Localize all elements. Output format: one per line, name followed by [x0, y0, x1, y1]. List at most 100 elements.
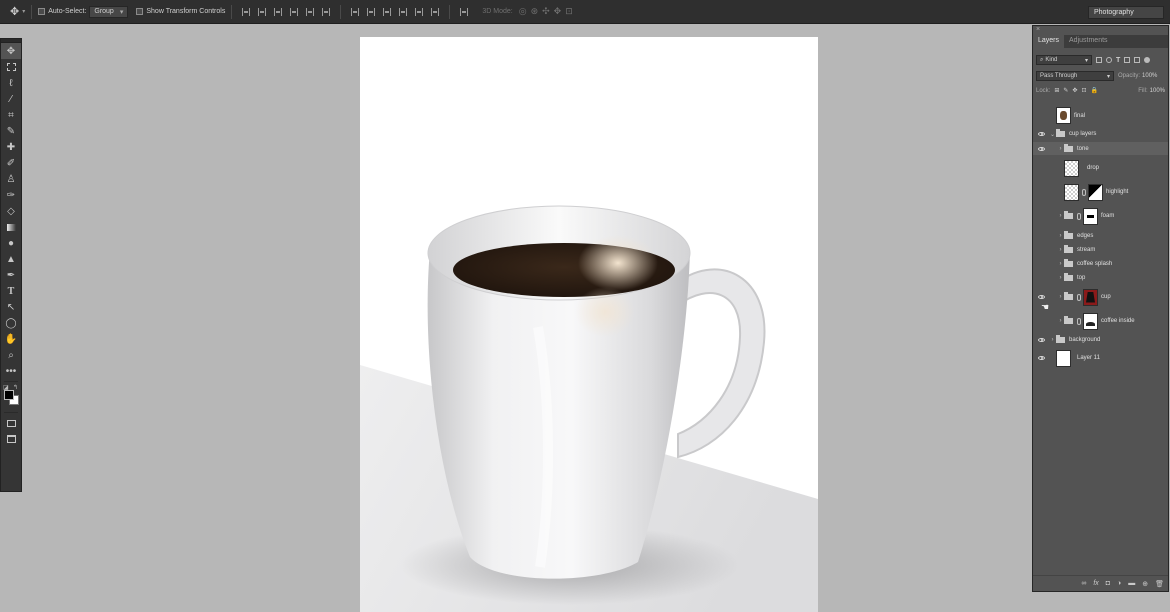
- color-swatches[interactable]: ◪ ↰: [1, 384, 21, 410]
- layer-row[interactable]: Layer 11: [1033, 348, 1168, 368]
- history-brush-tool-icon[interactable]: ✑: [1, 187, 21, 203]
- slide-3d-icon[interactable]: ✥: [554, 6, 562, 17]
- add-mask-icon[interactable]: ◘: [1106, 580, 1110, 587]
- tab-layers[interactable]: Layers: [1033, 35, 1065, 48]
- visibility-toggle[interactable]: [1033, 337, 1049, 342]
- workspace-switcher[interactable]: Photography: [1088, 6, 1164, 19]
- visibility-toggle[interactable]: [1033, 295, 1049, 299]
- lock-transparent-icon[interactable]: ⊞: [1054, 87, 1059, 94]
- visibility-toggle[interactable]: [1033, 146, 1049, 151]
- align-vcenter-icon[interactable]: [258, 7, 267, 16]
- move-tool-preset[interactable]: ✥ ▾: [10, 0, 25, 24]
- chevron-right-icon[interactable]: ›: [1057, 146, 1064, 152]
- link-icon[interactable]: [1077, 317, 1081, 325]
- foreground-color-swatch[interactable]: [4, 390, 14, 400]
- zoom-tool-icon[interactable]: ⌕: [1, 347, 21, 363]
- crop-tool-icon[interactable]: ⌗: [1, 107, 21, 123]
- lasso-tool-icon[interactable]: ℓ: [1, 75, 21, 91]
- lock-all-icon[interactable]: 🔒: [1090, 87, 1097, 94]
- brush-tool-icon[interactable]: ✐: [1, 155, 21, 171]
- dodge-tool-icon[interactable]: ▲: [1, 251, 21, 267]
- chevron-right-icon[interactable]: ›: [1057, 233, 1064, 239]
- transform-checkbox[interactable]: [136, 8, 144, 15]
- move-tool-icon[interactable]: ✥: [1, 43, 21, 59]
- scale-3d-icon[interactable]: ⊡: [565, 6, 573, 17]
- align-left-icon[interactable]: [290, 7, 299, 16]
- filter-toggle-icon[interactable]: [1144, 57, 1151, 63]
- auto-select-checkbox[interactable]: [38, 8, 46, 15]
- type-filter-icon[interactable]: T: [1116, 57, 1120, 64]
- layer-group-row[interactable]: › foam: [1033, 205, 1168, 227]
- layer-group-row[interactable]: › background: [1033, 333, 1168, 346]
- type-tool-icon[interactable]: T: [1, 283, 21, 299]
- lock-pixels-icon[interactable]: ✎: [1063, 87, 1068, 94]
- show-transform-toggle[interactable]: Show Transform Controls: [136, 0, 225, 24]
- layer-group-row[interactable]: › tone: [1033, 142, 1168, 155]
- fill-value[interactable]: 100%: [1150, 88, 1165, 94]
- new-group-icon[interactable]: ▬: [1128, 580, 1135, 587]
- shape-tool-icon[interactable]: ◯: [1, 315, 21, 331]
- shape-filter-icon[interactable]: [1124, 57, 1131, 63]
- layer-mask-thumbnail[interactable]: [1083, 207, 1098, 225]
- chevron-right-icon[interactable]: ›: [1057, 247, 1064, 253]
- lock-position-icon[interactable]: ✥: [1072, 87, 1077, 94]
- trash-icon[interactable]: 🗑: [1155, 580, 1164, 588]
- adjustment-layer-icon[interactable]: ◑: [1117, 580, 1121, 587]
- chevron-right-icon[interactable]: ›: [1057, 261, 1064, 267]
- new-layer-icon[interactable]: ⊕: [1142, 580, 1148, 588]
- align-top-icon[interactable]: [242, 7, 251, 16]
- eraser-tool-icon[interactable]: ◇: [1, 203, 21, 219]
- layer-group-row[interactable]: › top: [1033, 271, 1168, 284]
- link-layers-icon[interactable]: ∞: [1081, 580, 1086, 587]
- auto-select-toggle[interactable]: Auto-Select:: [38, 0, 86, 24]
- blend-mode-dropdown[interactable]: Pass Through ▾: [1036, 71, 1114, 81]
- chevron-right-icon[interactable]: ›: [1057, 294, 1064, 300]
- document-canvas[interactable]: [360, 37, 818, 612]
- pen-tool-icon[interactable]: ✒: [1, 267, 21, 283]
- blur-tool-icon[interactable]: ●: [1, 235, 21, 251]
- magic-wand-tool-icon[interactable]: ⁄: [1, 91, 21, 107]
- layer-group-row[interactable]: › edges: [1033, 229, 1168, 242]
- opacity-value[interactable]: 100%: [1142, 73, 1157, 79]
- auto-align-icon[interactable]: [460, 7, 469, 16]
- layer-style-icon[interactable]: fx: [1093, 580, 1098, 587]
- layer-row[interactable]: final: [1033, 106, 1168, 125]
- eyedropper-tool-icon[interactable]: ✎: [1, 123, 21, 139]
- gradient-tool-icon[interactable]: [1, 219, 21, 235]
- hand-tool-icon[interactable]: ✋: [1, 331, 21, 347]
- chevron-down-icon[interactable]: ⌄: [1049, 131, 1056, 138]
- layer-group-row[interactable]: › coffee splash: [1033, 257, 1168, 270]
- distribute-right-icon[interactable]: [431, 7, 440, 16]
- distribute-bottom-icon[interactable]: [383, 7, 392, 16]
- auto-select-dropdown[interactable]: Group ▾: [89, 5, 129, 18]
- layer-mask-thumbnail[interactable]: [1083, 312, 1098, 330]
- distribute-top-icon[interactable]: [351, 7, 360, 16]
- clone-stamp-tool-icon[interactable]: ♙: [1, 171, 21, 187]
- drag-3d-icon[interactable]: ✣: [542, 6, 550, 17]
- kind-filter-dropdown[interactable]: ⌕ Kind ▾: [1036, 55, 1092, 65]
- adjustment-filter-icon[interactable]: [1106, 57, 1112, 63]
- path-selection-tool-icon[interactable]: ↖: [1, 299, 21, 315]
- chevron-right-icon[interactable]: ›: [1049, 337, 1056, 343]
- lock-artboard-icon[interactable]: ⊡: [1081, 87, 1086, 94]
- smart-object-filter-icon[interactable]: [1134, 57, 1141, 63]
- visibility-toggle[interactable]: [1033, 356, 1049, 360]
- tab-adjustments[interactable]: Adjustments: [1064, 35, 1113, 48]
- distribute-left-icon[interactable]: [399, 7, 408, 16]
- healing-tool-icon[interactable]: ✚: [1, 139, 21, 155]
- link-icon[interactable]: [1077, 212, 1081, 220]
- align-hcenter-icon[interactable]: [306, 7, 315, 16]
- link-icon[interactable]: [1077, 293, 1081, 301]
- marquee-tool-icon[interactable]: [1, 59, 21, 75]
- link-icon[interactable]: [1082, 188, 1086, 196]
- more-tools-icon[interactable]: •••: [1, 363, 21, 379]
- screen-mode-icon[interactable]: [1, 431, 21, 447]
- layer-group-row[interactable]: › stream: [1033, 243, 1168, 256]
- chevron-right-icon[interactable]: ›: [1057, 318, 1064, 324]
- distribute-hcenter-icon[interactable]: [415, 7, 424, 16]
- layer-group-row[interactable]: › coffee inside: [1033, 310, 1168, 332]
- align-right-icon[interactable]: [322, 7, 331, 16]
- chevron-right-icon[interactable]: ›: [1057, 275, 1064, 281]
- layer-mask-thumbnail[interactable]: [1088, 183, 1103, 201]
- close-icon[interactable]: ×: [1036, 26, 1040, 33]
